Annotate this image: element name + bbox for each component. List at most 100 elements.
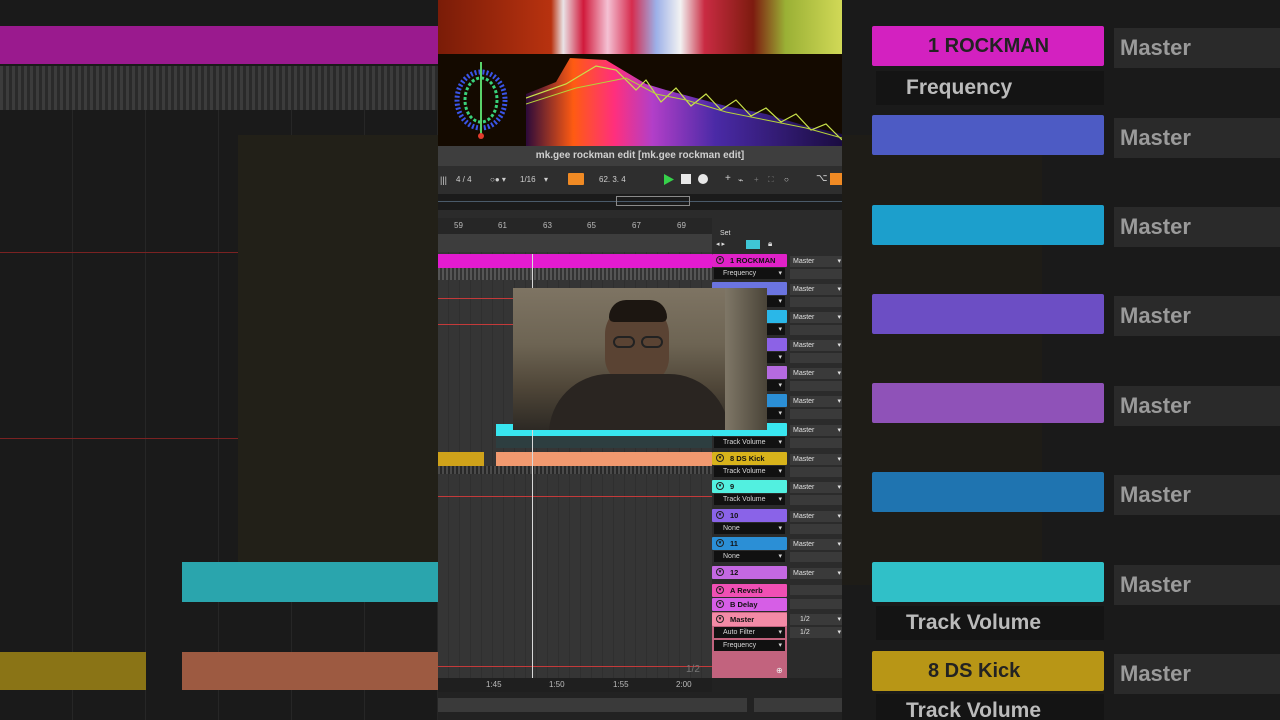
track-header-12[interactable]: ▾ 12 — [712, 566, 787, 579]
output-select[interactable]: Master ▾ — [790, 568, 842, 579]
output-channel[interactable] — [790, 552, 842, 562]
device-label: Track Volume — [723, 496, 766, 503]
output-select[interactable]: Master ▾ — [790, 284, 842, 295]
fold-icon[interactable]: ▾ — [716, 615, 724, 623]
fold-icon[interactable]: ▾ — [716, 586, 724, 594]
output-channel[interactable] — [790, 269, 842, 279]
chevron-down-icon[interactable]: ▾ — [544, 175, 548, 184]
bg-output: Master — [1114, 207, 1280, 247]
clip-track7-notes[interactable] — [496, 436, 712, 448]
device-label: Track Volume — [723, 439, 766, 446]
track-header-9[interactable]: ▾ 9 — [712, 480, 787, 493]
nav-arrows-icon[interactable]: ◂ ▸ — [716, 240, 725, 248]
device-select[interactable]: None ▾ — [714, 551, 785, 562]
record-mode-icon[interactable]: ○● ▾ — [490, 175, 506, 184]
fold-icon[interactable]: ▾ — [716, 539, 724, 547]
output-select[interactable]: Master ▾ — [790, 368, 842, 379]
loop-icon[interactable]: ○ — [784, 175, 789, 184]
output-channel[interactable] — [790, 297, 842, 307]
device-label: None — [723, 553, 740, 560]
output-channel[interactable] — [790, 495, 842, 505]
output-channel[interactable] — [790, 524, 842, 534]
output-select[interactable]: 1/2 ▾ — [790, 614, 842, 625]
track-header-8[interactable]: ▾ 8 DS Kick — [712, 452, 787, 465]
return-track-b[interactable]: ▾ B Delay — [712, 598, 787, 611]
add-icon[interactable]: ⊕ — [776, 666, 783, 675]
output-channel[interactable] — [790, 585, 842, 595]
output-select[interactable]: Master ▾ — [790, 454, 842, 465]
device-select[interactable]: Track Volume ▾ — [714, 437, 785, 448]
add-icon[interactable]: + — [725, 173, 731, 184]
fold-icon[interactable]: ▾ — [716, 600, 724, 608]
horizontal-scrollbar[interactable] — [754, 698, 842, 712]
output-label: Master — [793, 370, 815, 377]
arrangement-overview[interactable] — [438, 194, 842, 210]
output-select[interactable]: Master ▾ — [790, 539, 842, 550]
fold-icon[interactable]: ▾ — [716, 568, 724, 576]
time-ruler[interactable]: 1:45 1:50 1:55 2:00 — [438, 678, 712, 692]
output-channel[interactable] — [790, 353, 842, 363]
return-track-a[interactable]: ▾ A Reverb — [712, 584, 787, 597]
output-select[interactable]: 1/2 ▾ — [790, 627, 842, 638]
output-select[interactable]: Master ▾ — [790, 425, 842, 436]
clip-waveform[interactable] — [438, 268, 712, 280]
loop-brace-lane[interactable] — [438, 234, 712, 252]
clip-kick-a[interactable] — [438, 452, 484, 466]
clip-kick-b[interactable] — [496, 452, 712, 466]
master-track[interactable]: ▾ Master — [712, 613, 787, 626]
clip-rockman[interactable] — [438, 254, 712, 268]
device-select[interactable]: Auto Filter ▾ — [714, 627, 785, 638]
add-icon[interactable]: + — [754, 175, 759, 184]
stop-button[interactable] — [681, 174, 691, 184]
track-header-11[interactable]: ▾ 11 — [712, 537, 787, 550]
automation-icon[interactable]: ⌥ — [816, 173, 828, 184]
link-icon[interactable]: ⌁ — [738, 175, 743, 186]
lock-icon[interactable]: 🔒︎ — [768, 239, 772, 249]
horizontal-scrollbar[interactable] — [438, 698, 747, 712]
expand-icon[interactable] — [746, 240, 760, 249]
fold-icon[interactable]: ▾ — [716, 482, 724, 490]
clip-kick-notes[interactable] — [438, 466, 712, 474]
track-header-10[interactable]: ▾ 10 — [712, 509, 787, 522]
device-select[interactable]: Track Volume ▾ — [714, 494, 785, 505]
bar-number: 69 — [677, 221, 686, 230]
output-channel[interactable] — [790, 599, 842, 609]
output-select[interactable]: Master ▾ — [790, 340, 842, 351]
song-position[interactable]: 62. 3. 4 — [599, 175, 626, 184]
capture-icon[interactable]: ⛶ — [768, 175, 774, 185]
output-channel[interactable] — [790, 381, 842, 391]
automation-line[interactable] — [438, 666, 712, 667]
track-header-1[interactable]: ▾ 1 ROCKMAN — [712, 254, 787, 267]
bg-output: Master — [1114, 296, 1280, 336]
beat-ruler[interactable]: 59 61 63 65 67 69 — [438, 218, 712, 234]
output-channel[interactable] — [790, 409, 842, 419]
fold-icon[interactable]: ▾ — [716, 454, 724, 462]
output-select[interactable]: Master ▾ — [790, 396, 842, 407]
device-select[interactable]: Frequency ▾ — [714, 640, 785, 651]
loop-toggle-button[interactable] — [830, 173, 842, 185]
time-signature[interactable]: 4 / 4 — [456, 175, 472, 184]
output-channel[interactable] — [790, 467, 842, 477]
device-select[interactable]: None ▾ — [714, 523, 785, 534]
output-select[interactable]: Master ▾ — [790, 256, 842, 267]
track-name: 10 — [730, 511, 739, 520]
output-label: Master — [793, 286, 815, 293]
device-select[interactable]: Frequency ▾ — [714, 268, 785, 279]
device-label: Auto Filter — [723, 629, 755, 636]
fold-icon[interactable]: ▾ — [716, 511, 724, 519]
quantize-select[interactable]: 1/16 — [520, 175, 536, 184]
output-channel[interactable] — [790, 438, 842, 448]
output-channel[interactable] — [790, 325, 842, 335]
fold-icon[interactable]: ▾ — [716, 256, 724, 264]
play-button[interactable] — [664, 174, 674, 185]
output-select[interactable]: Master ▾ — [790, 482, 842, 493]
record-button[interactable] — [698, 174, 708, 184]
output-select[interactable]: Master ▾ — [790, 312, 842, 323]
device-select[interactable]: Track Volume ▾ — [714, 466, 785, 477]
person-hoodie — [549, 374, 729, 430]
output-select[interactable]: Master ▾ — [790, 511, 842, 522]
automation-line[interactable] — [438, 496, 712, 497]
follow-button[interactable] — [568, 173, 584, 185]
metronome-icon[interactable]: ||| — [440, 175, 447, 185]
overview-viewport[interactable] — [616, 196, 690, 206]
